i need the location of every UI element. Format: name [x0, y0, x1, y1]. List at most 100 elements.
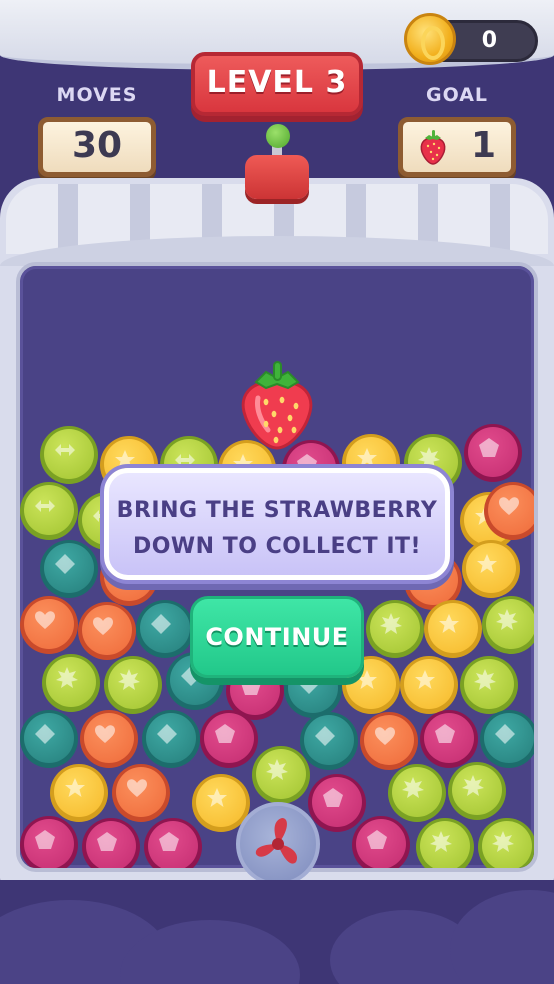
joystick-base — [245, 155, 309, 199]
board-piece[interactable] — [416, 818, 474, 868]
board-piece[interactable] — [20, 482, 78, 540]
heart-icon — [93, 617, 113, 635]
board-piece[interactable] — [20, 596, 78, 654]
board-piece[interactable] — [104, 656, 162, 714]
board-piece[interactable] — [366, 600, 424, 658]
fan-icon — [255, 818, 298, 864]
board-piece[interactable] — [448, 762, 506, 820]
pentagon-icon — [367, 830, 387, 849]
board-piece[interactable] — [42, 654, 100, 712]
diamond-icon — [35, 724, 55, 744]
star-icon — [357, 448, 377, 467]
heart-icon — [499, 497, 519, 515]
strawberry-icon — [420, 130, 446, 165]
pentagon-icon — [215, 724, 235, 743]
burst-icon — [118, 669, 140, 690]
level-title: LEVEL 3 — [191, 52, 363, 116]
coin-count: 0 — [481, 28, 497, 53]
board-piece[interactable] — [460, 656, 518, 714]
board-piece[interactable] — [424, 600, 482, 658]
board-piece[interactable] — [82, 818, 140, 868]
fan-booster-button[interactable] — [236, 802, 320, 886]
board-piece[interactable] — [484, 482, 534, 540]
board-piece[interactable] — [50, 764, 108, 822]
goal-box: 1 — [398, 117, 516, 177]
pentagon-icon — [323, 788, 343, 807]
board-piece[interactable] — [144, 818, 202, 868]
burst-icon — [418, 447, 440, 468]
board-piece[interactable] — [352, 816, 410, 868]
pentagon-icon — [97, 832, 117, 851]
star-icon — [477, 554, 497, 573]
diamond-icon — [157, 724, 177, 744]
diamond-icon — [151, 614, 171, 634]
goal-label: GOAL — [425, 84, 489, 106]
board-piece[interactable] — [200, 710, 258, 768]
star-icon — [207, 788, 227, 807]
board-piece[interactable] — [80, 710, 138, 768]
board-piece[interactable] — [20, 816, 78, 868]
board-piece[interactable] — [462, 540, 520, 598]
tutorial-message: BRING THE STRAWBERRY DOWN TO COLLECT IT! — [109, 493, 445, 565]
pentagon-icon — [159, 832, 179, 851]
continue-button[interactable]: CONTINUE — [190, 596, 364, 678]
burst-icon — [380, 613, 402, 634]
board-piece[interactable] — [40, 540, 98, 598]
bottom-background — [0, 880, 554, 984]
board-piece[interactable] — [78, 602, 136, 660]
burst-icon — [266, 759, 288, 780]
heart-icon — [127, 779, 147, 797]
board-piece[interactable] — [40, 426, 98, 484]
board-piece[interactable] — [478, 818, 534, 868]
board-piece[interactable] — [360, 712, 418, 770]
moves-value: 30 — [71, 125, 123, 166]
burst-icon — [496, 609, 518, 630]
tutorial-line-1: BRING THE STRAWBERRY — [116, 498, 438, 523]
star-icon — [415, 670, 435, 689]
board-piece[interactable] — [112, 764, 170, 822]
board-piece[interactable] — [300, 712, 358, 770]
heart-icon — [375, 727, 395, 745]
burst-icon — [56, 667, 78, 688]
board-piece[interactable] — [482, 596, 534, 654]
board-piece[interactable] — [142, 710, 200, 768]
arrows-icon — [55, 444, 75, 456]
heart-icon — [95, 725, 115, 743]
diamond-icon — [55, 554, 75, 574]
pentagon-icon — [35, 830, 55, 849]
pentagon-icon — [241, 676, 261, 695]
pentagon-icon — [435, 724, 455, 743]
moves-box: 30 — [38, 117, 156, 177]
board-piece[interactable] — [388, 764, 446, 822]
tutorial-line-2: DOWN TO COLLECT IT! — [132, 534, 422, 559]
board-piece[interactable] — [420, 710, 478, 768]
board-piece[interactable] — [480, 710, 534, 768]
board-piece[interactable] — [400, 656, 458, 714]
board-piece[interactable] — [308, 774, 366, 832]
joystick-icon — [266, 124, 290, 148]
board-piece[interactable] — [464, 424, 522, 482]
star-icon — [65, 778, 85, 797]
tutorial-dialog: BRING THE STRAWBERRY DOWN TO COLLECT IT! — [104, 468, 450, 580]
cloud-decoration — [450, 890, 554, 984]
goal-value: 1 — [471, 125, 497, 166]
burst-icon — [474, 669, 496, 690]
star-icon — [439, 614, 459, 633]
burst-icon — [462, 775, 484, 796]
diamond-icon — [315, 726, 335, 746]
board-piece[interactable] — [252, 746, 310, 804]
burst-icon — [492, 831, 514, 852]
coin-icon — [404, 13, 456, 65]
game-screen: 0 LEVEL 3 MOVES 30 GOAL 1 BRING THE STRA… — [0, 0, 554, 984]
star-icon — [357, 670, 377, 689]
diamond-icon — [495, 724, 515, 744]
arrows-icon — [35, 500, 55, 512]
moves-label: MOVES — [56, 84, 138, 106]
board-piece[interactable] — [20, 710, 78, 768]
pentagon-icon — [479, 438, 499, 457]
heart-icon — [35, 611, 55, 629]
burst-icon — [430, 831, 452, 852]
board-piece[interactable] — [136, 600, 194, 658]
strawberry-icon[interactable] — [236, 356, 318, 452]
burst-icon — [402, 777, 424, 798]
